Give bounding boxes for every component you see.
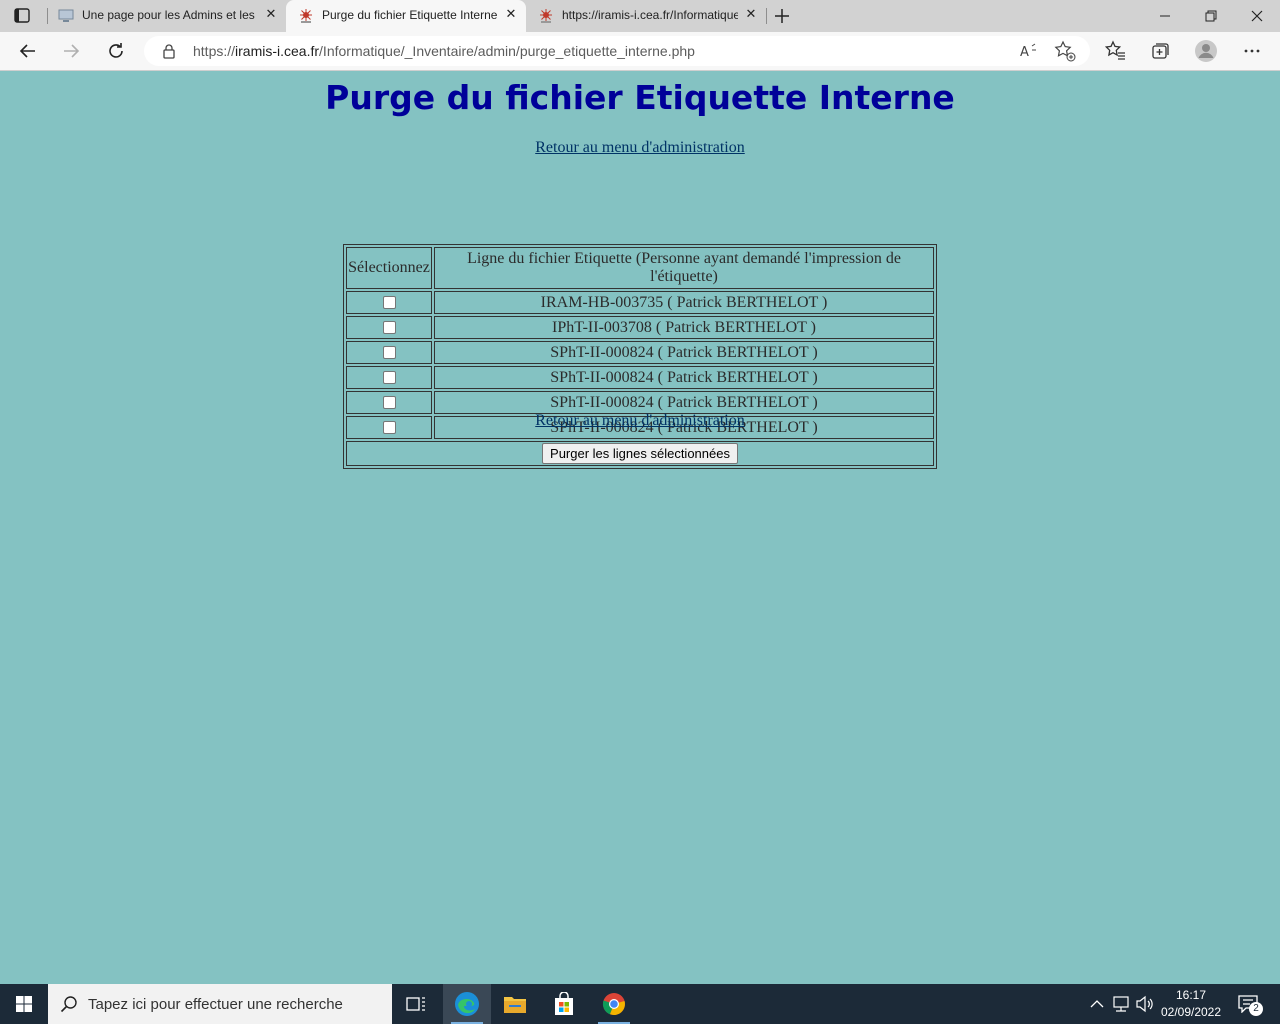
edge-icon — [455, 992, 479, 1016]
select-cell — [346, 291, 432, 314]
navigation-bar: https://iramis-i.cea.fr/Informatique/_In… — [0, 32, 1280, 71]
tab-admins[interactable]: Une page pour les Admins et les ✕ — [46, 0, 286, 32]
network-icon[interactable] — [1110, 984, 1132, 1024]
column-header-line: Ligne du fichier Etiquette (Personne aya… — [434, 247, 934, 289]
action-center-button[interactable]: 2 — [1232, 984, 1272, 1024]
tab-divider — [766, 8, 767, 24]
table-row: IPhT-II-003708 ( Patrick BERTHELOT ) — [346, 316, 934, 339]
submit-cell: Purger les lignes sélectionnées — [346, 441, 934, 466]
url-text[interactable]: https://iramis-i.cea.fr/Informatique/_In… — [193, 43, 695, 59]
admin-link-container: Retour au menu d'administration — [0, 412, 1280, 430]
minimize-icon[interactable] — [1142, 0, 1188, 32]
search-placeholder: Tapez ici pour effectuer une recherche — [88, 996, 343, 1013]
tab-title: Une page pour les Admins et les — [82, 8, 255, 22]
row-checkbox[interactable] — [382, 396, 396, 410]
back-to-admin-link[interactable]: Retour au menu d'administration — [535, 412, 745, 429]
tab-strip: Une page pour les Admins et les ✕ Purge … — [0, 0, 1280, 32]
table-header-row: Sélectionnez Ligne du fichier Etiquette … — [346, 247, 934, 289]
more-icon[interactable] — [1239, 38, 1265, 64]
refresh-icon[interactable] — [103, 38, 129, 64]
line-cell: SPhT-II-000824 ( Patrick BERTHELOT ) — [434, 341, 934, 364]
read-aloud-icon[interactable]: A — [1016, 38, 1042, 64]
table-row: SPhT-II-000824 ( Patrick BERTHELOT ) — [346, 391, 934, 414]
site-favicon-icon — [540, 9, 552, 23]
row-checkbox[interactable] — [382, 296, 396, 310]
url-host: iramis-i.cea.fr — [235, 43, 320, 59]
search-icon — [60, 996, 77, 1013]
lock-icon[interactable] — [162, 43, 176, 59]
add-favorite-icon[interactable] — [1052, 38, 1078, 64]
submit-row: Purger les lignes sélectionnées — [346, 441, 934, 466]
back-to-admin-link[interactable]: Retour au menu d'administration — [535, 139, 745, 156]
tab-title: https://iramis-i.cea.fr/Informatique — [562, 8, 738, 22]
restore-icon[interactable] — [1188, 0, 1234, 32]
windows-start-icon[interactable] — [0, 984, 48, 1024]
row-checkbox[interactable] — [382, 371, 396, 385]
admin-link-container: Retour au menu d'administration — [0, 139, 1280, 157]
line-cell: SPhT-II-000824 ( Patrick BERTHELOT ) — [434, 391, 934, 414]
page-content: Purge du fichier Etiquette Interne Retou… — [0, 71, 1280, 984]
row-checkbox[interactable] — [382, 321, 396, 335]
tab-actions-icon[interactable] — [14, 8, 30, 23]
chrome-icon — [602, 993, 625, 1016]
profile-icon[interactable] — [1193, 38, 1219, 64]
close-icon[interactable]: ✕ — [742, 6, 760, 24]
taskbar-clock[interactable]: 16:17 02/09/2022 — [1156, 987, 1226, 1021]
select-cell — [346, 366, 432, 389]
collections-icon[interactable] — [1147, 38, 1173, 64]
table-row: SPhT-II-000824 ( Patrick BERTHELOT ) — [346, 366, 934, 389]
table-row: SPhT-II-000824 ( Patrick BERTHELOT ) — [346, 341, 934, 364]
favorites-icon[interactable] — [1103, 38, 1129, 64]
select-cell — [346, 316, 432, 339]
row-checkbox[interactable] — [382, 346, 396, 360]
site-favicon-icon — [300, 9, 312, 23]
url-scheme: https:// — [193, 43, 236, 59]
url-path: /Informatique/_Inventaire/admin/purge_et… — [319, 43, 695, 59]
store-icon — [555, 992, 573, 1015]
taskbar-store[interactable] — [540, 984, 588, 1024]
task-view-icon[interactable] — [392, 984, 440, 1024]
new-tab-icon[interactable] — [770, 4, 794, 28]
purge-button[interactable]: Purger les lignes sélectionnées — [542, 443, 738, 464]
page-title: Purge du fichier Etiquette Interne — [325, 78, 955, 117]
taskbar-search[interactable]: Tapez ici pour effectuer une recherche — [48, 984, 392, 1024]
svg-text:A: A — [1020, 45, 1029, 60]
forward-icon[interactable] — [58, 38, 84, 64]
chevron-up-icon[interactable] — [1088, 984, 1106, 1024]
monitor-favicon-icon — [58, 9, 74, 22]
line-cell: IPhT-II-003708 ( Patrick BERTHELOT ) — [434, 316, 934, 339]
volume-icon[interactable] — [1134, 984, 1154, 1024]
tab-iramis[interactable]: https://iramis-i.cea.fr/Informatique ✕ — [526, 0, 766, 32]
address-bar[interactable]: https://iramis-i.cea.fr/Informatique/_In… — [144, 36, 1090, 66]
close-icon[interactable]: ✕ — [502, 6, 520, 24]
back-icon[interactable] — [15, 38, 41, 64]
tab-divider — [47, 8, 48, 24]
notification-badge: 2 — [1249, 1002, 1263, 1016]
tab-purge[interactable]: Purge du fichier Etiquette Interne ✕ — [286, 0, 526, 32]
purge-table: Sélectionnez Ligne du fichier Etiquette … — [343, 244, 937, 469]
clock-date: 02/09/2022 — [1160, 1005, 1222, 1019]
line-cell: SPhT-II-000824 ( Patrick BERTHELOT ) — [434, 366, 934, 389]
taskbar-edge[interactable] — [443, 984, 491, 1024]
close-icon[interactable]: ✕ — [262, 6, 280, 24]
select-cell — [346, 341, 432, 364]
window-close-icon[interactable] — [1234, 0, 1280, 32]
tab-title: Purge du fichier Etiquette Interne — [322, 8, 498, 22]
clock-time: 16:17 — [1175, 988, 1207, 1002]
taskbar: Tapez ici pour effectuer une recherche 1… — [0, 984, 1280, 1024]
taskbar-chrome[interactable] — [590, 984, 638, 1024]
taskbar-file-explorer[interactable] — [491, 984, 539, 1024]
line-cell: IRAM-HB-003735 ( Patrick BERTHELOT ) — [434, 291, 934, 314]
column-header-select: Sélectionnez — [346, 247, 432, 289]
file-explorer-icon — [504, 997, 526, 1013]
table-row: IRAM-HB-003735 ( Patrick BERTHELOT ) — [346, 291, 934, 314]
select-cell — [346, 391, 432, 414]
